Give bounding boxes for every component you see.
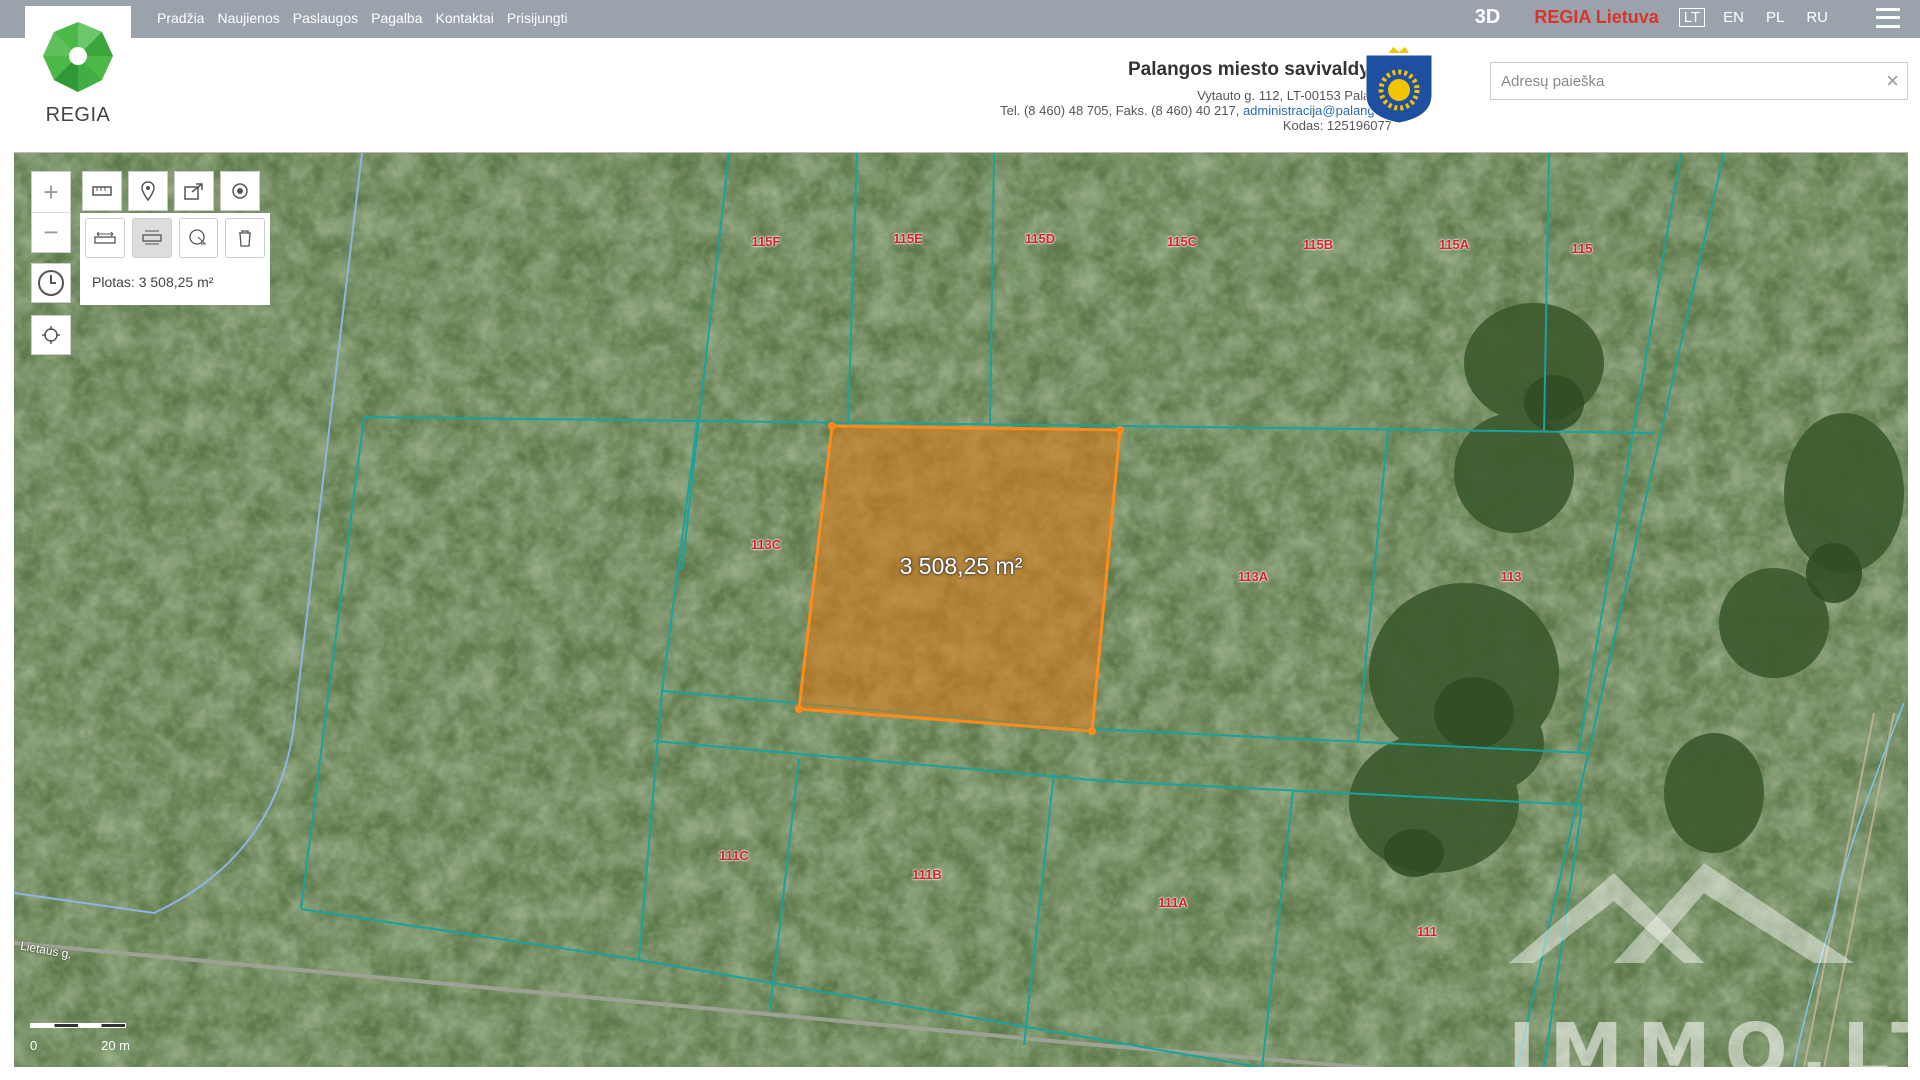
watermark: IMMO.LT [1508,1008,1908,1067]
lang-ru[interactable]: RU [1802,9,1832,26]
map-pin-icon [141,181,155,201]
menu-icon[interactable] [1876,7,1900,28]
marker-tool-button[interactable] [128,171,168,211]
municipality-name: Palangos miesto savivaldybė [1127,59,1392,80]
distance-icon [94,231,116,244]
address-search-input[interactable] [1491,63,1871,99]
parcel-label: 115A [1438,237,1470,252]
share-tool-button[interactable] [174,171,214,211]
measure-area-button[interactable] [131,218,172,258]
scale-start: 0 [30,1038,38,1053]
right-nav: 3D REGIA Lietuva LT EN PL RU [1475,6,1900,29]
municipality-phone: Tel. (8 460) 48 705, Faks. (8 460) 40 21… [1000,103,1240,118]
address-search: × [1490,62,1908,100]
trash-icon [239,230,252,247]
municipality-info: Palangos miesto savivaldybė Vytauto g. 1… [1000,59,1392,134]
measure-distance-button[interactable] [85,218,125,258]
zoom-out-button[interactable]: − [32,212,70,252]
globe-cursor-icon [189,229,207,245]
clock-icon [38,270,64,296]
top-nav-bar: Pradžia Naujienos Paslaugos Pagalba Kont… [0,0,1920,38]
nav-item-news[interactable]: Naujienos [217,10,279,26]
aerial-map-canvas[interactable] [14,153,1908,1067]
measure-tool-button[interactable] [82,171,122,211]
parcel-label: 113 [1500,569,1522,584]
history-button[interactable] [31,263,71,303]
zoom-control: + − [31,171,71,253]
map-toolbar [82,171,260,211]
locate-button[interactable] [31,315,71,355]
logo[interactable]: REGIA [25,6,131,130]
area-readout: Plotas: 3 508,25 m² [92,274,214,290]
scale-bar: 0 20 m [30,1023,130,1053]
map-view[interactable]: 115F 115E 115D 115C 115B 115A 115 113C 1… [14,152,1908,1067]
select-area-button[interactable] [178,218,219,258]
parcel-label: 111C [719,848,749,863]
area-icon [141,230,162,245]
nav-item-help[interactable]: Pagalba [371,10,422,26]
lang-pl[interactable]: PL [1762,9,1788,26]
area-measurement-label: 3 508,25 m² [899,553,1023,579]
main-nav: Pradžia Naujienos Paslaugos Pagalba Kont… [157,10,568,26]
target-icon [232,183,248,199]
ruler-icon [92,186,112,196]
3d-button[interactable]: 3D [1475,6,1501,29]
parcel-label: 115E [893,231,923,246]
lang-en[interactable]: EN [1719,9,1748,26]
nav-item-contacts[interactable]: Kontaktai [436,10,494,26]
nav-item-login[interactable]: Prisijungti [507,10,568,26]
zoom-in-button[interactable]: + [32,172,70,212]
crosshair-icon [42,326,60,344]
delete-measurement-button[interactable] [225,218,265,258]
municipality-code: Kodas: 125196077 [1282,118,1392,133]
clear-search-icon[interactable]: × [1886,68,1899,94]
parcel-label: 115B [1302,237,1334,252]
lang-lt[interactable]: LT [1678,8,1706,27]
logo-text: REGIA [45,104,111,126]
measure-panel: Plotas: 3 508,25 m² [80,213,270,305]
nav-item-services[interactable]: Paslaugos [293,10,358,26]
regia-logo-icon [43,22,113,92]
scale-bar-graphic [30,1023,126,1028]
parcel-label: 111B [912,867,942,882]
parcel-label: 115 [1571,241,1593,256]
parcel-label: 111A [1158,895,1188,910]
parcel-label: 113A [1237,569,1269,584]
share-icon [184,183,203,200]
target-tool-button[interactable] [220,171,260,211]
municipality-address: Vytauto g. 112, LT-00153 Palanga [1197,88,1392,103]
parcel-label: 111 [1416,924,1438,939]
coat-of-arms-icon [1365,47,1433,124]
scale-end: 20 m [101,1038,130,1053]
nav-item-home[interactable]: Pradžia [157,10,204,26]
parcel-label: 115C [1166,234,1198,249]
parcel-label: 115D [1024,231,1056,246]
parcel-label: 115F [751,234,781,249]
parcel-label: 113C [750,537,782,552]
regia-lietuva-link[interactable]: REGIA Lietuva [1534,7,1658,28]
